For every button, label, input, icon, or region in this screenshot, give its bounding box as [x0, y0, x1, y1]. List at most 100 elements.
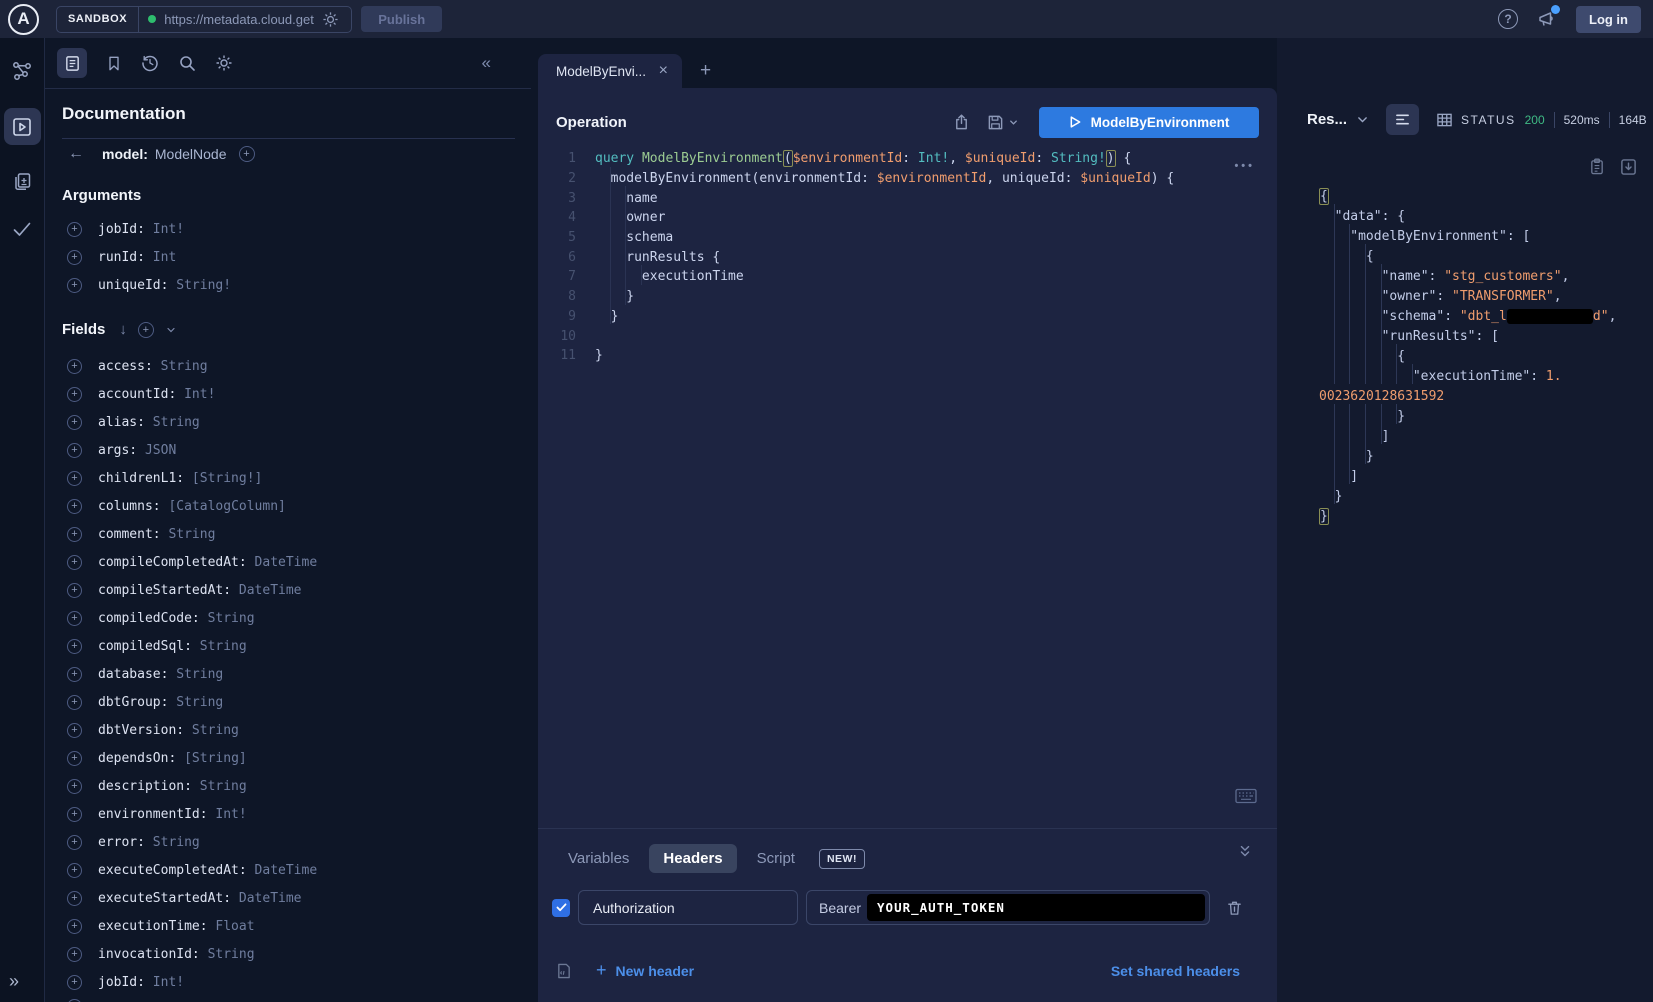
checks-icon[interactable]: [11, 218, 33, 240]
tab-script[interactable]: Script: [745, 844, 807, 873]
table-view-toggle[interactable]: [1428, 104, 1461, 135]
field-row[interactable]: + dbtVersion: String: [62, 716, 531, 744]
publish-button[interactable]: Publish: [361, 6, 442, 32]
close-tab-icon[interactable]: ×: [657, 62, 670, 80]
field-row[interactable]: + error: String: [62, 828, 531, 856]
endpoint-url-field[interactable]: https://metadata.cloud.get: [139, 7, 351, 32]
help-icon[interactable]: ?: [1498, 9, 1518, 29]
field-row[interactable]: + alias: String: [62, 408, 531, 436]
graphql-editor[interactable]: 1query ModelByEnvironment($environmentId…: [538, 149, 1237, 366]
add-field-icon[interactable]: +: [67, 555, 82, 570]
bookmarks-icon[interactable]: [106, 55, 122, 72]
field-row[interactable]: + access: String: [62, 352, 531, 380]
field-row[interactable]: + compileCompletedAt: DateTime: [62, 548, 531, 576]
header-value-input[interactable]: Bearer YOUR_AUTH_TOKEN: [806, 890, 1210, 925]
add-field-icon[interactable]: +: [67, 527, 82, 542]
field-row[interactable]: + childrenL1: [String!]: [62, 464, 531, 492]
run-operation-button[interactable]: ModelByEnvironment: [1039, 107, 1259, 138]
operation-menu-icon[interactable]: •••: [1234, 160, 1255, 172]
add-field-icon[interactable]: +: [67, 471, 82, 486]
announcements-button[interactable]: [1537, 9, 1557, 29]
new-tab-button[interactable]: +: [700, 60, 711, 82]
raw-view-toggle[interactable]: [1386, 104, 1419, 135]
explorer-settings-gear-icon[interactable]: [215, 54, 233, 72]
login-button[interactable]: Log in: [1576, 6, 1641, 33]
add-field-icon[interactable]: +: [67, 807, 82, 822]
response-dropdown-chevron-icon[interactable]: [1356, 113, 1369, 126]
editor-line[interactable]: 11}: [538, 346, 1237, 366]
field-row[interactable]: + database: String: [62, 660, 531, 688]
header-presets-icon[interactable]: [556, 962, 572, 980]
add-field-icon[interactable]: +: [67, 639, 82, 654]
history-icon[interactable]: [141, 54, 159, 72]
add-field-icon[interactable]: +: [67, 583, 82, 598]
field-row[interactable]: + description: String: [62, 772, 531, 800]
argument-row[interactable]: + runId: Int: [62, 243, 531, 271]
operation-tab[interactable]: ModelByEnvi... ×: [538, 54, 682, 88]
endpoint-settings-gear-icon[interactable]: [322, 11, 339, 28]
search-icon[interactable]: [178, 54, 196, 72]
add-field-icon[interactable]: +: [67, 387, 82, 402]
editor-line[interactable]: 2modelByEnvironment(environmentId: $envi…: [538, 169, 1237, 189]
editor-line[interactable]: 10: [538, 326, 1237, 346]
sandbox-pages-icon[interactable]: [12, 171, 33, 192]
response-json[interactable]: { "data": { "modelByEnvironment": [ { "n…: [1319, 186, 1653, 526]
tab-variables[interactable]: Variables: [556, 844, 641, 873]
field-row[interactable]: + executionTime: Float: [62, 912, 531, 940]
endpoint-url[interactable]: https://metadata.cloud.get: [164, 12, 314, 27]
model-type-link[interactable]: ModelNode: [155, 146, 227, 162]
editor-line[interactable]: 9}: [538, 307, 1237, 327]
field-row[interactable]: + dependsOn: [String]: [62, 744, 531, 772]
editor-line[interactable]: 7executionTime: [538, 267, 1237, 287]
add-field-icon[interactable]: +: [67, 863, 82, 878]
add-field-icon[interactable]: +: [67, 499, 82, 514]
field-row[interactable]: + compiledCode: String: [62, 604, 531, 632]
new-header-button[interactable]: + New header: [596, 960, 694, 981]
chevron-down-icon[interactable]: [165, 324, 177, 336]
sort-fields-icon[interactable]: ↓: [119, 321, 127, 338]
editor-line[interactable]: 6runResults {: [538, 247, 1237, 267]
argument-row[interactable]: + uniqueId: String!: [62, 271, 531, 299]
add-field-icon[interactable]: +: [67, 415, 82, 430]
add-field-icon[interactable]: +: [67, 278, 82, 293]
add-field-icon[interactable]: +: [67, 723, 82, 738]
field-row[interactable]: + invocationId: String: [62, 940, 531, 968]
editor-line[interactable]: 8}: [538, 287, 1237, 307]
add-field-icon[interactable]: +: [67, 695, 82, 710]
argument-row[interactable]: + jobId: Int!: [62, 215, 531, 243]
add-field-icon[interactable]: +: [67, 667, 82, 682]
delete-header-icon[interactable]: [1226, 899, 1243, 917]
field-row[interactable]: + args: JSON: [62, 436, 531, 464]
set-shared-headers-link[interactable]: Set shared headers: [1111, 963, 1240, 979]
save-group[interactable]: [987, 114, 1019, 131]
tab-headers[interactable]: Headers: [649, 844, 736, 873]
add-field-icon[interactable]: +: [67, 891, 82, 906]
copy-response-icon[interactable]: [1589, 158, 1605, 176]
add-field-icon[interactable]: +: [67, 222, 82, 237]
save-chevron-icon[interactable]: [1008, 117, 1019, 128]
add-field-icon[interactable]: +: [67, 975, 82, 990]
add-all-fields-icon[interactable]: +: [239, 146, 255, 162]
editor-line[interactable]: 5schema: [538, 228, 1237, 248]
editor-line[interactable]: 4owner: [538, 208, 1237, 228]
add-field-icon[interactable]: +: [67, 919, 82, 934]
field-row[interactable]: + accountId: Int!: [62, 380, 531, 408]
add-fields-icon[interactable]: +: [138, 322, 154, 338]
field-row[interactable]: + dbtGroup: String: [62, 688, 531, 716]
add-field-icon[interactable]: +: [67, 443, 82, 458]
add-field-icon[interactable]: +: [67, 611, 82, 626]
add-field-icon[interactable]: +: [67, 947, 82, 962]
add-field-icon[interactable]: +: [67, 359, 82, 374]
save-icon[interactable]: [987, 114, 1004, 131]
schema-graph-icon[interactable]: [11, 60, 33, 82]
download-response-icon[interactable]: [1620, 158, 1637, 176]
back-arrow-icon[interactable]: ←: [62, 145, 90, 163]
share-icon[interactable]: [953, 113, 970, 131]
header-enabled-checkbox[interactable]: [552, 899, 570, 917]
add-field-icon[interactable]: +: [67, 250, 82, 265]
collapse-section-icon[interactable]: [1237, 844, 1253, 859]
add-field-icon[interactable]: +: [67, 751, 82, 766]
editor-line[interactable]: 1query ModelByEnvironment($environmentId…: [538, 149, 1237, 169]
field-row[interactable]: + compiledSql: String: [62, 632, 531, 660]
expand-rail-button[interactable]: »: [9, 971, 19, 992]
